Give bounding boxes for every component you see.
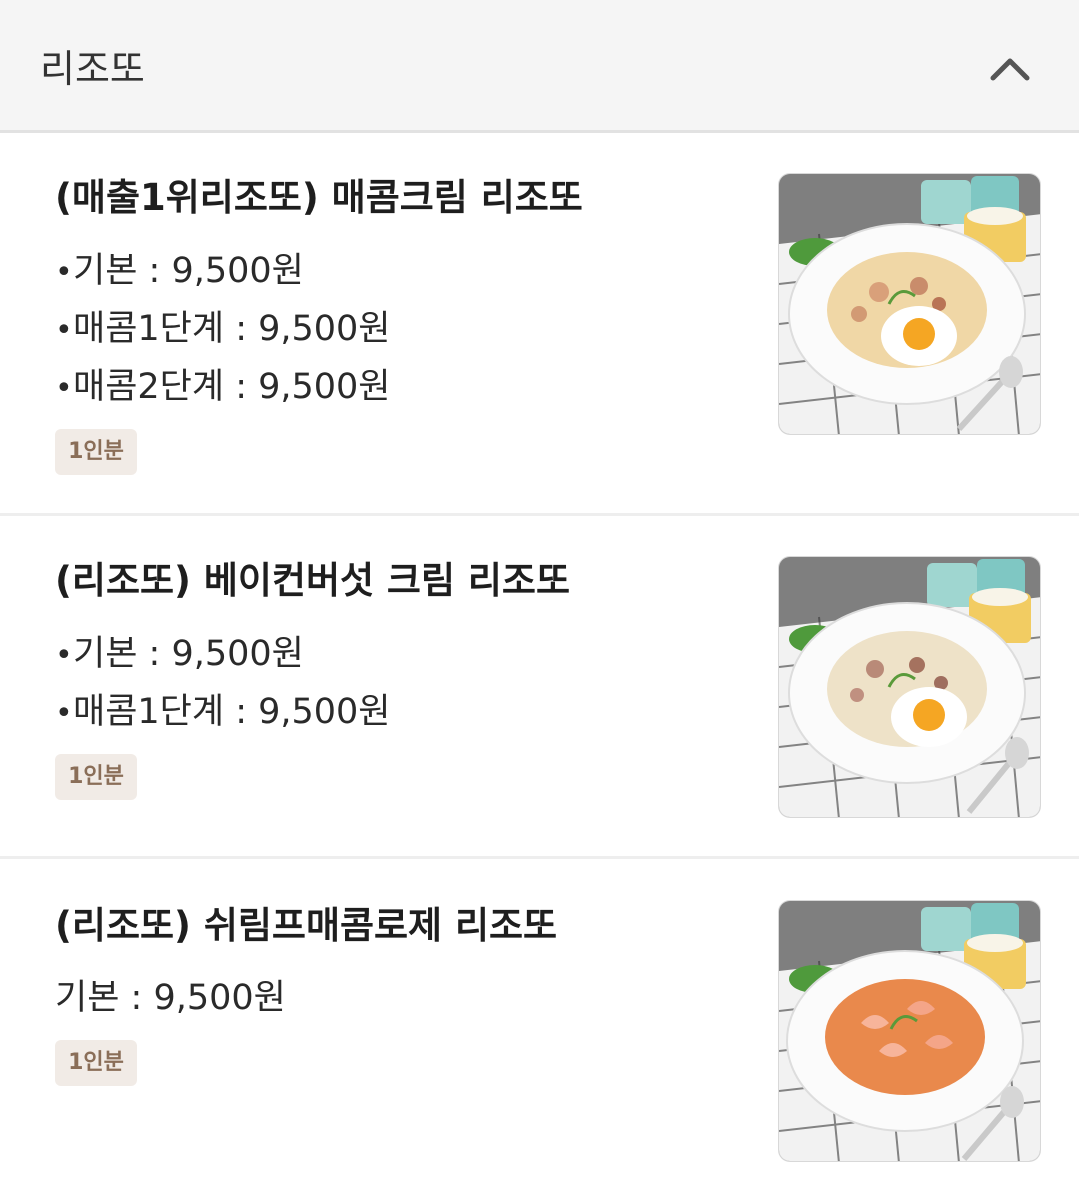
menu-item-photo[interactable]: [778, 173, 1041, 435]
menu-item-photo[interactable]: [778, 900, 1041, 1162]
price-option: •매콤1단계 : 9,500원: [55, 304, 391, 356]
bullet: •: [55, 255, 73, 290]
price-option: 기본 : 9,500원: [55, 973, 286, 1023]
risotto-photo-icon: [779, 557, 1040, 817]
section-title: 리조또: [40, 47, 145, 91]
serving-badge: 1인분: [55, 754, 137, 800]
bullet: •: [55, 371, 73, 406]
bullet: •: [55, 638, 73, 673]
serving-badge: 1인분: [55, 1040, 137, 1086]
price-option-text: 매콤2단계 : 9,500원: [73, 367, 391, 407]
price-option-text: 기본 : 9,500원: [73, 634, 304, 674]
menu-item[interactable]: (리조또) 베이컨버섯 크림 리조또 •기본 : 9,500원 •매콤1단계 :…: [0, 516, 1079, 859]
menu-item-name: (리조또) 쉬림프매콤로제 리조또: [55, 904, 558, 947]
menu-item[interactable]: (매출1위리조또) 매콤크림 리조또 •기본 : 9,500원 •매콤1단계 :…: [0, 133, 1079, 516]
price-option-text: 기본 : 9,500원: [73, 251, 304, 291]
chevron-up-icon[interactable]: [984, 46, 1036, 90]
price-option: •매콤1단계 : 9,500원: [55, 687, 391, 739]
bullet: •: [55, 696, 73, 731]
price-option: •기본 : 9,500원: [55, 629, 304, 681]
menu-item[interactable]: (리조또) 쉬림프매콤로제 리조또 기본 : 9,500원 1인분: [0, 859, 1079, 1200]
serving-badge: 1인분: [55, 429, 137, 475]
price-option: •기본 : 9,500원: [55, 246, 304, 298]
risotto-photo-icon: [779, 174, 1040, 434]
menu-item-photo[interactable]: [778, 556, 1041, 818]
section-header[interactable]: 리조또: [0, 0, 1079, 133]
bullet: •: [55, 313, 73, 348]
price-option-text: 매콤1단계 : 9,500원: [73, 309, 391, 349]
price-option: •매콤2단계 : 9,500원: [55, 362, 391, 414]
risotto-photo-icon: [779, 901, 1040, 1161]
price-option-text: 매콤1단계 : 9,500원: [73, 692, 391, 732]
menu-item-name: (매출1위리조또) 매콤크림 리조또: [55, 176, 583, 219]
price-option-text: 기본 : 9,500원: [55, 978, 286, 1018]
menu-item-name: (리조또) 베이컨버섯 크림 리조또: [55, 559, 570, 602]
